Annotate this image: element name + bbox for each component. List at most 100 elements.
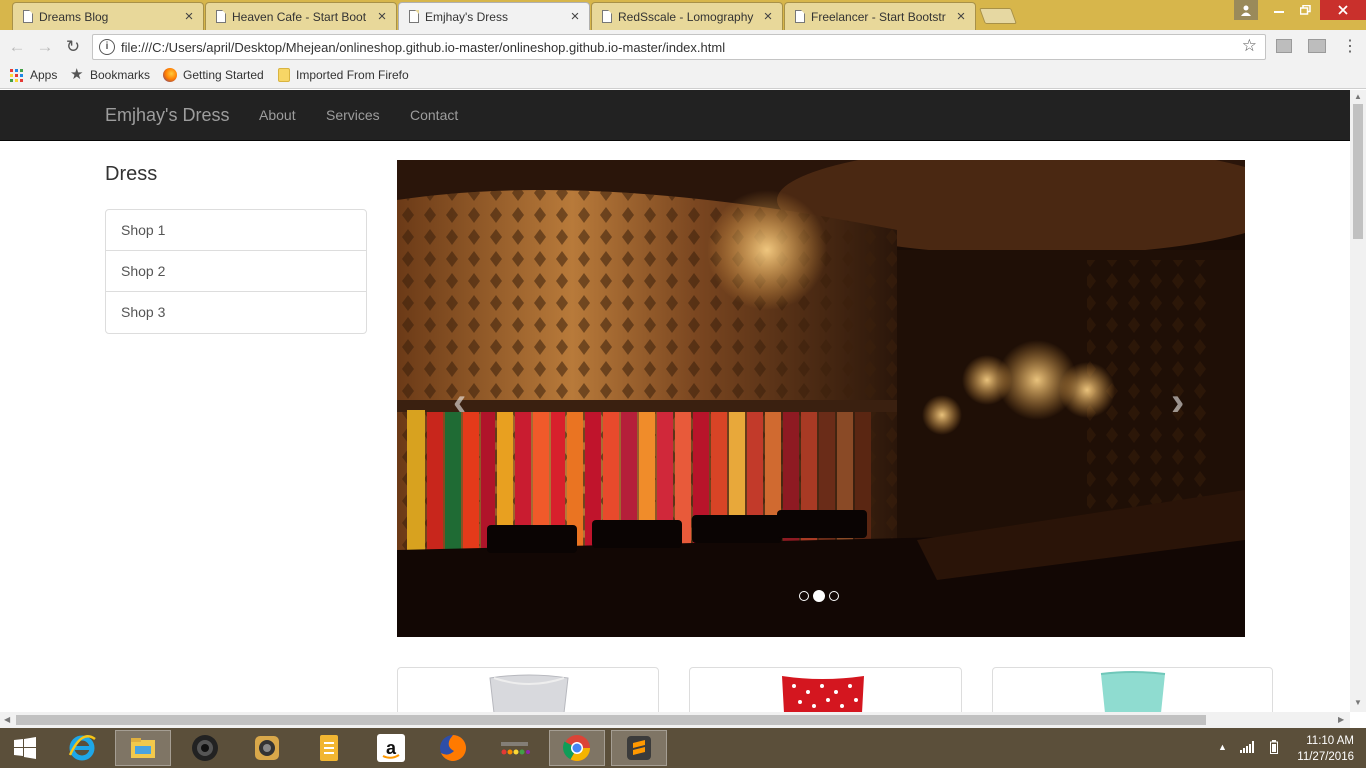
product-card-3[interactable] xyxy=(992,667,1273,712)
page-viewport: Emjhay's Dress About Services Contact Dr… xyxy=(0,90,1350,712)
close-icon[interactable]: × xyxy=(762,8,774,25)
browser-tab-redscale[interactable]: RedSscale - Lomography × xyxy=(591,2,783,30)
bookmark-label: Apps xyxy=(30,68,58,82)
minimize-icon[interactable] xyxy=(1266,0,1292,20)
bookmark-label: Imported From Firefo xyxy=(296,68,409,82)
page-icon xyxy=(409,10,419,23)
back-icon[interactable]: ← xyxy=(6,36,28,58)
new-tab-button[interactable] xyxy=(979,8,1017,24)
bookmark-apps[interactable]: Apps xyxy=(10,68,57,82)
bookmark-imported-folder[interactable]: Imported From Firefo xyxy=(278,68,412,82)
tab-title: Emjhay's Dress xyxy=(425,9,508,24)
product-card-2[interactable] xyxy=(689,667,962,712)
speaker-app-icon[interactable] xyxy=(177,730,233,766)
menu-icon[interactable]: ⋮ xyxy=(1342,36,1358,56)
reload-icon[interactable]: ↻ xyxy=(62,36,84,58)
carousel-prev-button[interactable]: ‹ xyxy=(453,380,466,425)
bookmark-getting-started[interactable]: Getting Started xyxy=(163,68,264,82)
restore-icon[interactable] xyxy=(1292,0,1318,20)
bookmark-bookmarks[interactable]: ★ Bookmarks xyxy=(70,66,151,83)
browser-tab-dreams-blog[interactable]: Dreams Blog × xyxy=(12,2,204,30)
scroll-down-icon[interactable]: ▼ xyxy=(1354,698,1362,707)
page-icon xyxy=(23,10,33,23)
firefox-icon xyxy=(163,68,177,82)
star-icon: ★ xyxy=(70,66,84,83)
close-icon[interactable]: × xyxy=(376,8,388,25)
bookmark-star-icon[interactable]: ☆ xyxy=(1242,36,1257,56)
browser-toolbar: ← → ↻ i file:///C:/Users/april/Desktop/M… xyxy=(0,30,1366,64)
info-icon[interactable]: i xyxy=(99,39,115,55)
carousel-next-button[interactable]: › xyxy=(1171,380,1184,425)
page-icon xyxy=(795,10,805,23)
carousel-indicator-3[interactable] xyxy=(829,591,839,601)
tab-title: Freelancer - Start Bootstr xyxy=(811,9,946,24)
chrome-icon[interactable] xyxy=(549,730,605,766)
tab-title: Heaven Cafe - Start Boot xyxy=(232,9,367,24)
network-icon[interactable] xyxy=(1240,740,1254,758)
page-icon xyxy=(216,10,226,23)
url-text[interactable]: file:///C:/Users/april/Desktop/Mhejean/o… xyxy=(121,40,725,55)
boutique-interior-image xyxy=(397,160,1245,637)
tab-title: Dreams Blog xyxy=(39,9,109,24)
shop-link-3[interactable]: Shop 3 xyxy=(106,292,366,333)
white-dress-image xyxy=(489,674,569,712)
browser-tabstrip: Dreams Blog × Heaven Cafe - Start Boot ×… xyxy=(0,0,1366,30)
nav-services[interactable]: Services xyxy=(326,107,380,123)
image-carousel: ‹ › xyxy=(397,160,1245,637)
windows-taskbar: a ▲ 11:10 AM 11/27/2016 xyxy=(0,728,1366,768)
vertical-scrollbar[interactable]: ▲ ▼ xyxy=(1350,90,1366,712)
camera-app-icon[interactable] xyxy=(239,730,295,766)
browser-tab-freelancer[interactable]: Freelancer - Start Bootstr × xyxy=(784,2,976,30)
product-card-1[interactable] xyxy=(397,667,659,712)
download-extension-icon[interactable] xyxy=(1276,39,1292,53)
sublime-text-icon[interactable] xyxy=(611,730,667,766)
system-clock[interactable]: 11:10 AM 11/27/2016 xyxy=(1297,733,1354,765)
forward-icon[interactable]: → xyxy=(34,36,56,58)
clock-time: 11:10 AM xyxy=(1306,735,1354,747)
battery-icon[interactable] xyxy=(1270,740,1278,759)
site-brand[interactable]: Emjhay's Dress xyxy=(105,105,229,126)
carousel-indicator-2[interactable] xyxy=(813,590,825,602)
file-explorer-icon[interactable] xyxy=(115,730,171,766)
windows-start-icon[interactable] xyxy=(0,730,50,766)
nav-contact[interactable]: Contact xyxy=(410,107,458,123)
clock-date: 11/27/2016 xyxy=(1297,751,1354,763)
carousel-indicator-1[interactable] xyxy=(799,591,809,601)
page-icon xyxy=(602,10,612,23)
address-bar[interactable]: i file:///C:/Users/april/Desktop/Mhejean… xyxy=(92,34,1266,60)
scroll-up-icon[interactable]: ▲ xyxy=(1354,92,1362,101)
horizontal-scrollbar[interactable]: ◀ ▶ xyxy=(0,712,1350,728)
internet-explorer-icon[interactable] xyxy=(54,730,110,766)
close-icon[interactable]: × xyxy=(183,8,195,25)
nav-about[interactable]: About xyxy=(259,107,296,123)
browser-tab-emjhays-dress[interactable]: Emjhay's Dress × xyxy=(398,2,590,30)
mint-dress-image xyxy=(1100,671,1166,712)
browser-tab-heaven-cafe[interactable]: Heaven Cafe - Start Boot × xyxy=(205,2,397,30)
shop-link-2[interactable]: Shop 2 xyxy=(106,251,366,292)
red-polka-dress-image xyxy=(782,676,864,712)
tab-title: RedSscale - Lomography xyxy=(618,9,754,24)
svg-text:a: a xyxy=(386,738,397,758)
bookmark-label: Bookmarks xyxy=(90,68,151,82)
agoda-icon[interactable] xyxy=(487,730,543,766)
window-close-icon[interactable] xyxy=(1320,0,1366,20)
show-hidden-icons[interactable]: ▲ xyxy=(1218,742,1227,752)
shop-list: Shop 1 Shop 2 Shop 3 xyxy=(105,209,367,334)
scroll-right-icon[interactable]: ▶ xyxy=(1338,715,1344,724)
bookmark-label: Getting Started xyxy=(183,68,264,82)
close-icon[interactable]: × xyxy=(569,8,581,25)
vertical-scroll-thumb[interactable] xyxy=(1353,104,1363,239)
sidebar-title: Dress xyxy=(105,163,158,185)
amazon-icon[interactable]: a xyxy=(363,730,419,766)
firefox-icon[interactable] xyxy=(425,730,481,766)
site-navbar: Emjhay's Dress About Services Contact xyxy=(0,90,1350,141)
carousel-indicators xyxy=(799,590,839,602)
folder-icon xyxy=(278,68,290,82)
documents-icon[interactable] xyxy=(301,730,357,766)
shop-link-1[interactable]: Shop 1 xyxy=(106,210,366,251)
close-icon[interactable]: × xyxy=(955,8,967,25)
horizontal-scroll-thumb[interactable] xyxy=(16,715,1206,725)
profile-icon[interactable] xyxy=(1234,0,1258,20)
extension-icon[interactable] xyxy=(1308,39,1326,53)
scroll-left-icon[interactable]: ◀ xyxy=(4,715,10,724)
